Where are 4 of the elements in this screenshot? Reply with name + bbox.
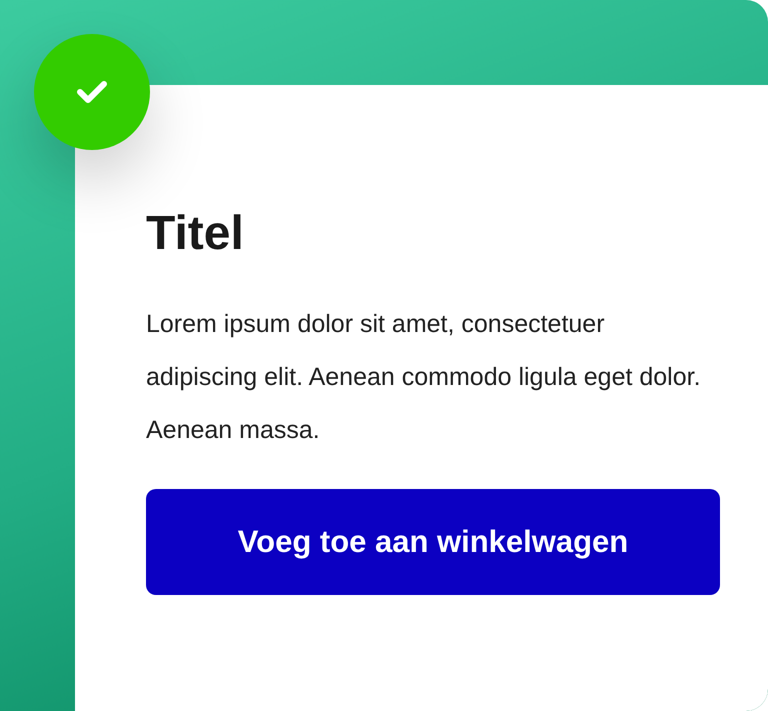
card-body: Lorem ipsum dolor sit amet, consectetuer adipiscing elit. Aenean commodo ligula eget dolor. Aenean massa. [146,309,702,446]
card-title: Titel [146,210,245,258]
checkmark-icon [76,79,108,105]
add-to-cart-button[interactable]: Voeg toe aan winkelwagen [146,489,720,595]
